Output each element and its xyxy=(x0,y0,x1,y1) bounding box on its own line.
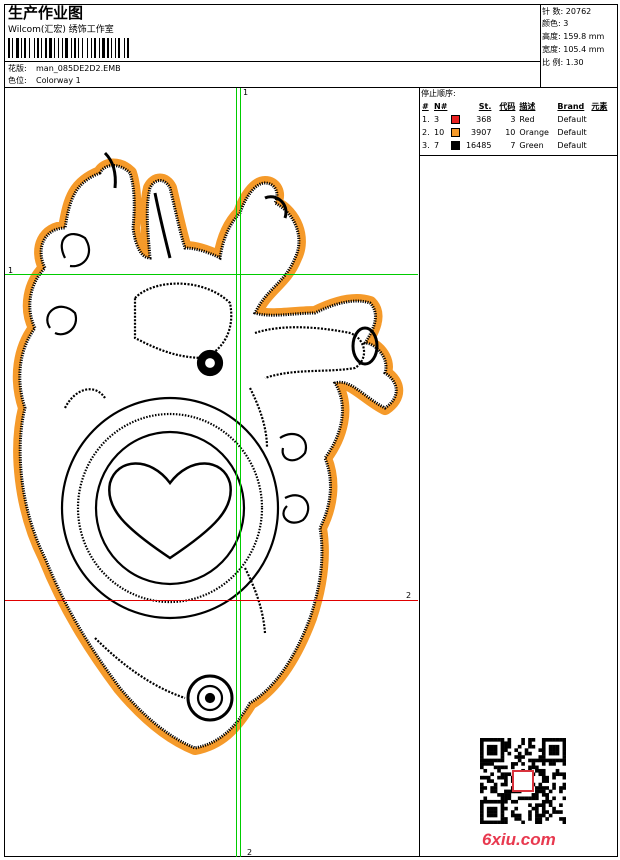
thread-list-divider xyxy=(419,155,618,156)
page-title: 生产作业图 xyxy=(8,4,84,22)
design-divider xyxy=(4,61,540,62)
col-needle: N# xyxy=(434,102,448,111)
embroidery-design-heart xyxy=(5,151,419,857)
col-index: # xyxy=(422,102,429,111)
stat-width: 宽度: 105.4 mm xyxy=(542,45,605,54)
color-swatch xyxy=(451,115,461,124)
thread-row: 1. 3 368 3 Red Default xyxy=(422,115,587,124)
col-stitches: St. xyxy=(478,102,492,111)
guide-horizontal-1 xyxy=(5,274,418,275)
col-desc: 描述 xyxy=(519,102,536,111)
color-swatch xyxy=(451,141,461,150)
thread-table-header: # N# St. 代码 描述 Brand 元素 xyxy=(420,100,617,113)
thread-row: 2. 10 3907 10 Orange Default xyxy=(422,128,587,137)
stat-scale: 比 例: 1.30 xyxy=(542,58,584,67)
guide-label-v2: 2 xyxy=(247,848,253,857)
col-brand: Brand xyxy=(557,102,585,111)
guide-label-v1: 1 xyxy=(243,88,249,97)
stat-height: 高度: 159.8 mm xyxy=(542,32,605,41)
studio-name: Wilcom(汇宏) 绣饰工作室 xyxy=(8,25,114,35)
thread-table: # N# St. 代码 描述 Brand 元素 1. 3 368 3 Red D… xyxy=(420,100,617,152)
thread-row: 3. 7 16485 7 Green Default xyxy=(422,141,587,150)
stop-sequence-title: 停止顺序: xyxy=(421,89,456,98)
guide-label-h2: 2 xyxy=(406,591,412,600)
guide-vertical-2 xyxy=(236,88,237,857)
barcode xyxy=(8,38,190,58)
guide-label-h1: 1 xyxy=(8,266,14,275)
colorway-value: Colorway 1 xyxy=(36,76,81,85)
stat-colors: 颜色: 3 xyxy=(542,19,569,28)
col-swatch xyxy=(449,100,463,113)
stat-stitches: 针 数: 20762 xyxy=(542,7,592,16)
qr-code xyxy=(480,738,566,824)
watermark-logo: 6xiu.com xyxy=(482,830,556,849)
col-element: 元素 xyxy=(591,102,608,111)
panel-divider xyxy=(419,87,420,857)
stats-divider xyxy=(540,4,541,87)
color-swatch xyxy=(451,128,461,137)
col-code: 代码 xyxy=(499,102,516,111)
design-filename: man_085DE2D2.EMB xyxy=(36,64,121,73)
guide-vertical-1 xyxy=(240,88,241,857)
design-label: 花版: xyxy=(8,64,27,73)
guide-horizontal-2 xyxy=(5,600,418,601)
colorway-label: 色位: xyxy=(8,76,27,85)
